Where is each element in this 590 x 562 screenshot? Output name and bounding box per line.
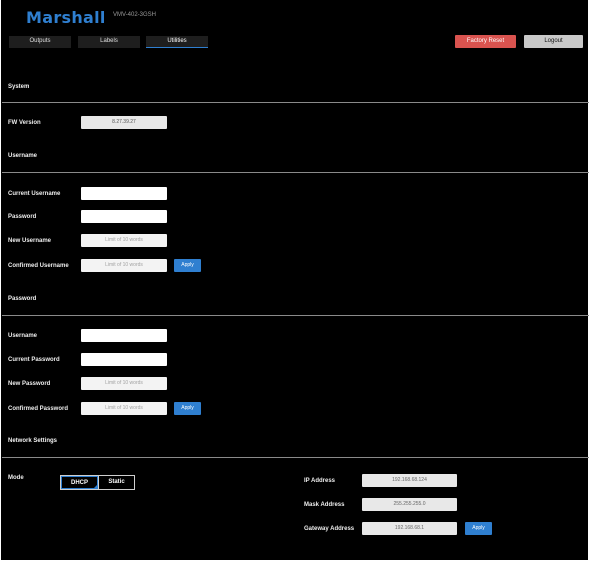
mode-label: Mode [8, 475, 24, 481]
section-divider [2, 457, 589, 458]
new-username-input[interactable]: Limit of 10 words [81, 234, 167, 247]
confirmed-password-input[interactable]: Limit of 10 words [81, 402, 167, 415]
current-password-label: Current Password [8, 357, 60, 363]
password-input[interactable] [81, 210, 167, 223]
confirmed-username-input[interactable]: Limit of 10 words [81, 259, 167, 272]
current-username-input[interactable] [81, 187, 167, 200]
confirmed-password-label: Confirmed Password [8, 406, 69, 412]
brand-logo: Marshall [26, 8, 106, 27]
logout-button[interactable]: Logout [524, 35, 583, 48]
section-title-system: System [8, 84, 30, 90]
new-password-input[interactable]: Limit of 10 words [81, 377, 167, 390]
fw-version-label: FW Version [8, 120, 41, 126]
tab-labels[interactable]: Labels [78, 36, 140, 48]
app-window: Marshall VMV-402-3GSH Outputs Labels Uti… [1, 0, 589, 560]
pw-username-input[interactable] [81, 329, 167, 342]
section-divider [2, 172, 589, 173]
current-username-label: Current Username [8, 191, 61, 197]
mode-toggle: DHCP Static [60, 475, 135, 490]
fw-version-value: 8.27.39.27 [81, 116, 167, 129]
section-title-username: Username [8, 153, 38, 159]
gateway-address-label: Gateway Address [304, 526, 355, 532]
factory-reset-button[interactable]: Factory Reset [455, 35, 516, 48]
apply-network-button[interactable]: Apply [465, 522, 492, 535]
password-label: Password [8, 214, 37, 220]
new-username-label: New Username [8, 238, 52, 244]
mask-address-input[interactable]: 255.255.255.0 [362, 498, 457, 511]
mode-option-dhcp[interactable]: DHCP [61, 476, 98, 489]
section-divider [2, 102, 589, 103]
section-title-password: Password [8, 296, 37, 302]
mode-option-static[interactable]: Static [99, 476, 134, 489]
apply-password-button[interactable]: Apply [174, 402, 201, 415]
section-divider [2, 315, 589, 316]
gateway-address-input[interactable]: 192.168.68.1 [362, 522, 457, 535]
ip-address-label: IP Address [304, 478, 336, 484]
tab-outputs[interactable]: Outputs [9, 36, 71, 48]
new-password-label: New Password [8, 381, 51, 387]
device-model: VMV-402-3GSH [113, 12, 157, 18]
ip-address-input[interactable]: 192.168.68.124 [362, 474, 457, 487]
section-title-network: Network Settings [8, 438, 58, 444]
apply-username-button[interactable]: Apply [174, 259, 201, 272]
mask-address-label: Mask Address [304, 502, 345, 508]
pw-username-label: Username [8, 333, 38, 339]
current-password-input[interactable] [81, 353, 167, 366]
confirmed-username-label: Confirmed Username [8, 263, 69, 269]
tab-utilities[interactable]: Utilities [146, 36, 208, 48]
